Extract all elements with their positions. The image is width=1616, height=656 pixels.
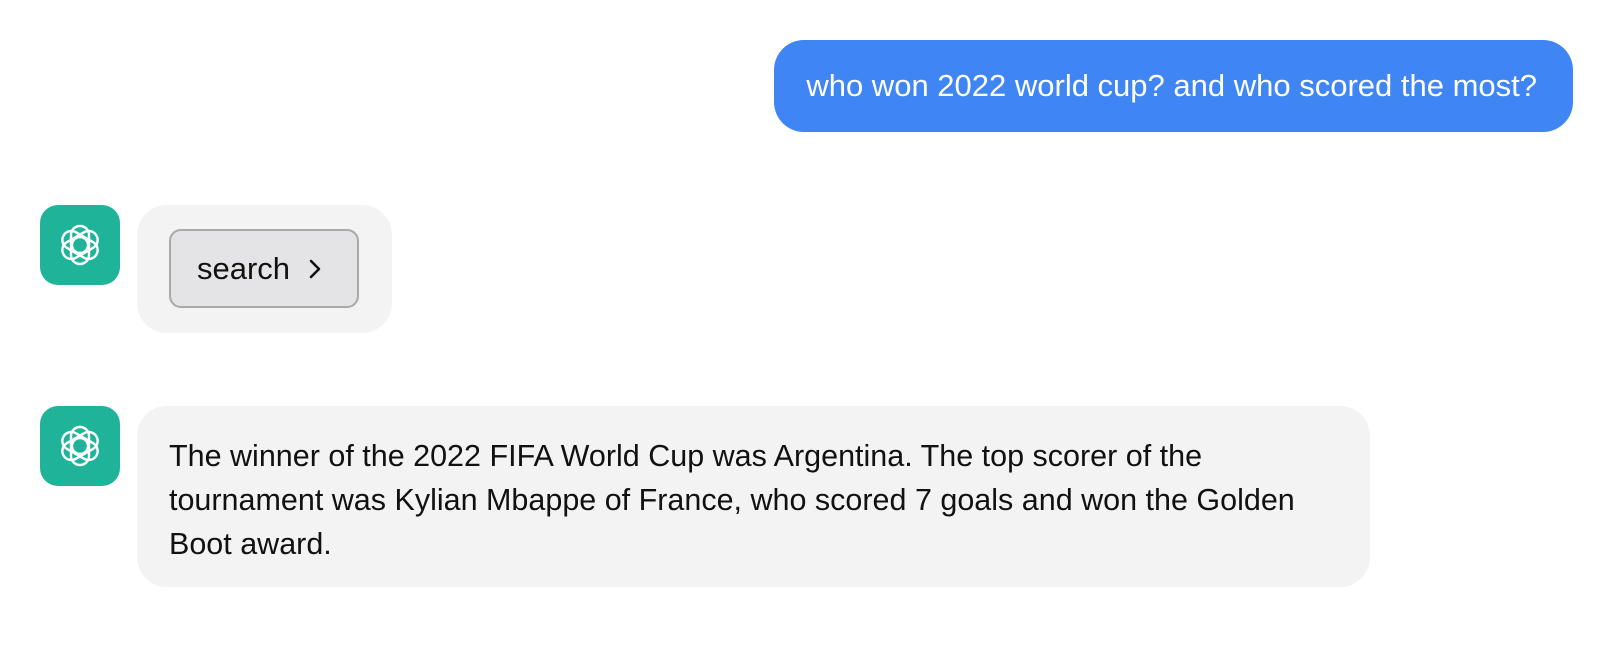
assistant-avatar xyxy=(40,205,120,285)
openai-logo-icon xyxy=(55,421,105,471)
user-message-bubble: who won 2022 world cup? and who scored t… xyxy=(774,40,1573,132)
chevron-right-icon xyxy=(308,258,322,280)
assistant-message-bubble: The winner of the 2022 FIFA World Cup wa… xyxy=(137,406,1370,587)
assistant-tool-bubble: search xyxy=(137,205,392,333)
user-message-text: who won 2022 world cup? and who scored t… xyxy=(806,68,1537,103)
search-tool-button[interactable]: search xyxy=(169,229,359,308)
assistant-message-text: The winner of the 2022 FIFA World Cup wa… xyxy=(169,439,1295,561)
openai-logo-icon xyxy=(55,220,105,270)
assistant-avatar xyxy=(40,406,120,486)
search-tool-label: search xyxy=(197,251,291,286)
